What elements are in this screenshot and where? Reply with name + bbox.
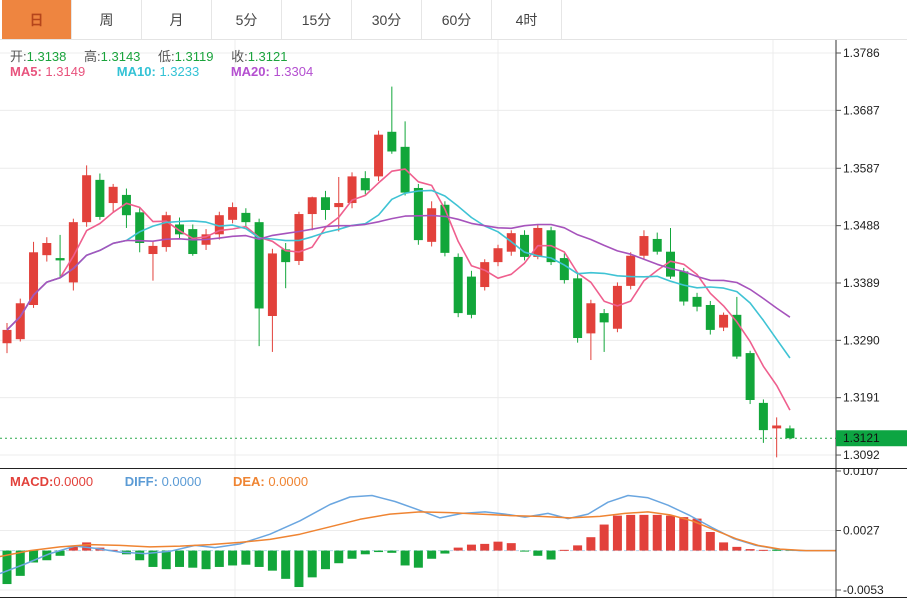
price-axis-tick: 1.3389	[843, 276, 880, 290]
ma20-label: MA20:	[231, 64, 270, 79]
ma10-label: MA10:	[117, 64, 156, 79]
ma5-value: 1.3149	[45, 64, 85, 79]
price-axis-tick: 1.3687	[843, 103, 880, 117]
macd-axis-tick: -0.0053	[843, 583, 884, 597]
timeframe-tabbar: 日周月5分15分30分60分4时	[0, 0, 907, 40]
high-label: 高:	[84, 49, 101, 64]
tab-4-inactive[interactable]: 5分	[212, 0, 282, 39]
dea-label: DEA:	[233, 474, 265, 489]
open-label: 开:	[10, 49, 27, 64]
macd-value: 0.0000	[53, 474, 93, 489]
price-axis-tick: 1.3488	[843, 219, 880, 233]
price-axis-tick: 1.3191	[843, 391, 880, 405]
close-value: 1.3121	[248, 49, 288, 64]
tab-1-active[interactable]: 日	[2, 0, 72, 39]
low-value: 1.3119	[175, 49, 214, 64]
tab-7-inactive[interactable]: 60分	[422, 0, 492, 39]
tab-3-inactive[interactable]: 月	[142, 0, 212, 39]
open-value: 1.3138	[27, 49, 67, 64]
clipped-time-axis-strip	[0, 597, 907, 602]
diff-label: DIFF:	[125, 474, 158, 489]
close-label: 收:	[231, 49, 248, 64]
ma20-value: 1.3304	[273, 64, 313, 79]
current-price-badge: 1.3121	[843, 431, 880, 445]
diff-value: 0.0000	[162, 474, 202, 489]
ma-readout-row: MA5: 1.3149 MA10: 1.3233 MA20: 1.3304	[10, 64, 341, 79]
tab-8-inactive[interactable]: 4时	[492, 0, 562, 39]
macd-readout-row: MACD:0.0000 DIFF: 0.0000 DEA: 0.0000	[10, 474, 336, 489]
high-value: 1.3143	[101, 49, 141, 64]
candlestick-chart-panel[interactable]: 1.3786 1.3687 1.3587 1.3488 1.3389 1.3290 1.31…	[0, 40, 907, 468]
macd-label: MACD:	[10, 474, 53, 489]
tab-5-inactive[interactable]: 15分	[282, 0, 352, 39]
low-label: 低:	[158, 49, 175, 64]
price-axis-tick: 1.3290	[843, 333, 880, 347]
price-axis-tick: 1.3587	[843, 161, 880, 175]
trading-chart-app: { "tabs": { "items": [ {"label": "日", "a…	[0, 0, 907, 602]
price-axis-tick: 1.3786	[843, 46, 880, 60]
tab-2-inactive[interactable]: 周	[72, 0, 142, 39]
macd-axis-tick: 0.0107	[843, 468, 880, 478]
ohlc-readout-row: 开:1.3138 高:1.3143 低:1.3119 收:1.3121	[10, 46, 287, 65]
ma5-label: MA5:	[10, 64, 42, 79]
macd-axis-tick: 0.0027	[843, 524, 880, 538]
price-axis-tick: 1.3092	[843, 448, 880, 462]
dea-value: 0.0000	[268, 474, 308, 489]
ma10-value: 1.3233	[159, 64, 199, 79]
tab-6-inactive[interactable]: 30分	[352, 0, 422, 39]
